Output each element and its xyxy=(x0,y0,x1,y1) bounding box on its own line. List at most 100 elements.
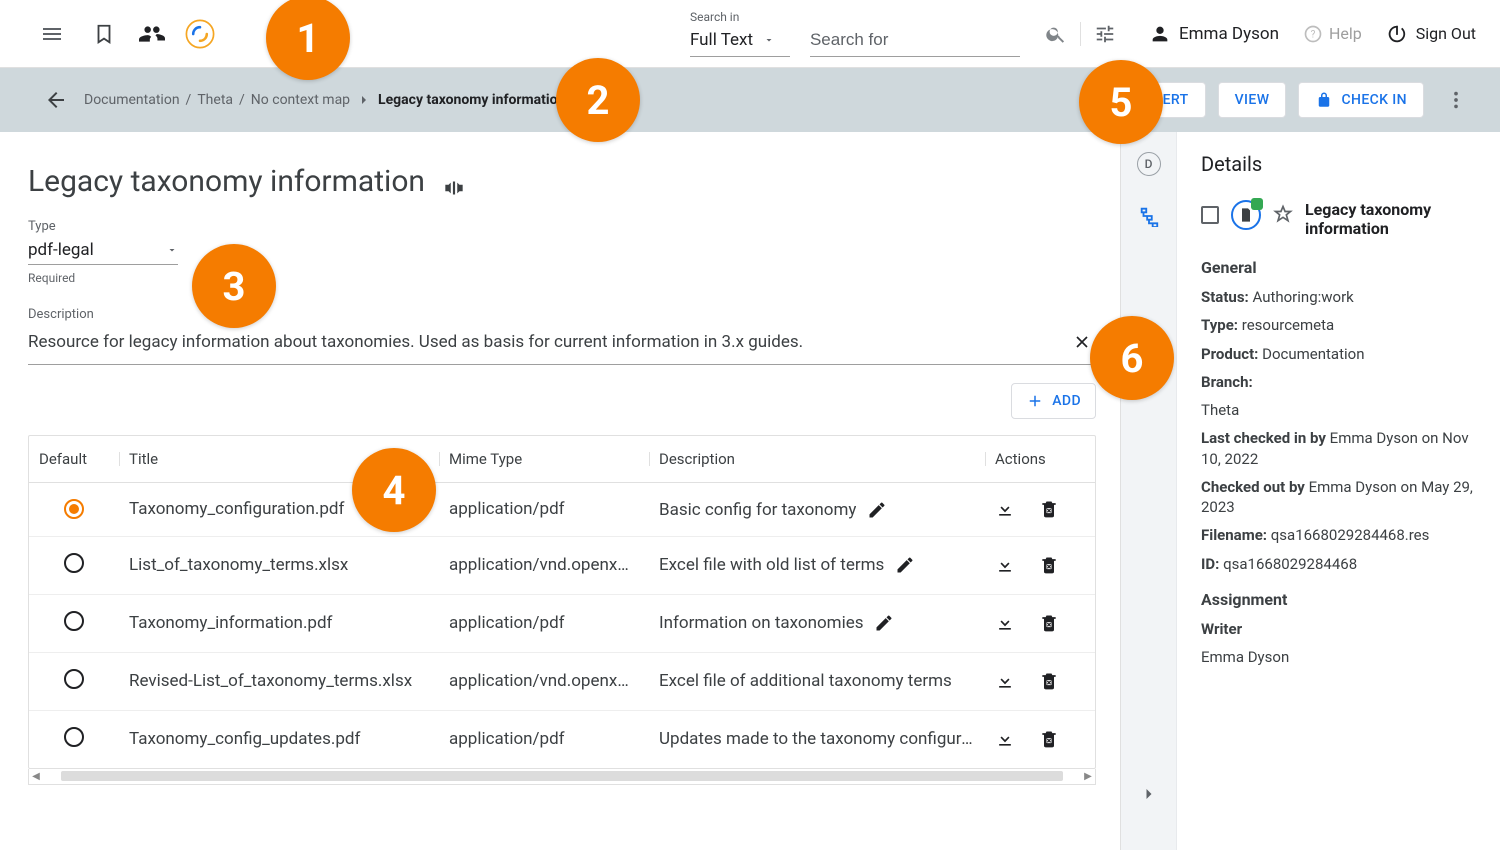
row-mime: application/pdf xyxy=(439,594,649,652)
resources-table: Default Title Mime Type Description Acti… xyxy=(28,435,1096,769)
context-bar: Documentation / Theta / No context map L… xyxy=(0,68,1500,132)
row-description: Updates made to the taxonomy configurati… xyxy=(649,710,985,768)
rail-details-tab[interactable]: D xyxy=(1133,148,1165,180)
download-button[interactable] xyxy=(995,555,1015,575)
revert-label: REVERT xyxy=(1136,92,1189,108)
horizontal-scrollbar[interactable]: ◀▶ xyxy=(28,769,1096,785)
type-select[interactable]: pdf-legal xyxy=(28,234,178,265)
search-area: Search in Full Text xyxy=(690,10,1020,57)
search-icon[interactable] xyxy=(1036,14,1076,54)
help-icon: ? xyxy=(1303,24,1323,44)
description-label: Description xyxy=(28,307,1096,322)
add-label: ADD xyxy=(1052,393,1081,409)
user-chip[interactable]: Emma Dyson xyxy=(1149,23,1279,45)
table-row: List_of_taxonomy_terms.xlsx application/… xyxy=(29,536,1095,594)
search-in-label: Search in xyxy=(690,10,790,24)
row-mime: application/vnd.openx… xyxy=(439,652,649,710)
delete-button[interactable] xyxy=(1039,671,1059,691)
collapse-panel-button[interactable] xyxy=(1133,778,1165,810)
group-icon[interactable] xyxy=(132,14,172,54)
tree-icon xyxy=(1138,205,1160,227)
dropdown-icon xyxy=(763,34,775,46)
details-title: Details xyxy=(1201,152,1476,176)
edit-description-button[interactable] xyxy=(867,500,887,520)
delete-button[interactable] xyxy=(1039,555,1059,575)
right-panel: D Details Legacy taxonomy information xyxy=(1120,132,1500,850)
row-mime: application/pdf xyxy=(439,483,649,537)
add-button[interactable]: ADD xyxy=(1011,383,1096,419)
delete-button[interactable] xyxy=(1039,499,1059,519)
bookmark-icon[interactable] xyxy=(84,14,124,54)
checkin-button[interactable]: CHECK IN xyxy=(1298,82,1424,118)
download-button[interactable] xyxy=(995,671,1015,691)
view-button[interactable]: VIEW xyxy=(1218,82,1287,118)
delete-button[interactable] xyxy=(1039,613,1059,633)
hamburger-menu-icon[interactable] xyxy=(32,14,72,54)
edit-description-button[interactable] xyxy=(874,613,894,633)
right-rail: D xyxy=(1121,132,1177,850)
close-icon xyxy=(1072,332,1092,352)
crumb-context-map[interactable]: No context map xyxy=(251,92,350,108)
doc-type-icon xyxy=(1231,200,1261,230)
search-in-value: Full Text xyxy=(690,30,753,50)
default-radio[interactable] xyxy=(64,669,84,689)
arrow-left-icon xyxy=(44,88,68,112)
download-button[interactable] xyxy=(995,729,1015,749)
person-icon xyxy=(1149,23,1171,45)
back-button[interactable] xyxy=(36,80,76,120)
search-input[interactable] xyxy=(810,24,1020,57)
svg-text:?: ? xyxy=(1311,29,1316,40)
description-field: Description Resource for legacy informat… xyxy=(28,307,1096,365)
signout-button[interactable]: Sign Out xyxy=(1386,23,1476,45)
revert-button[interactable]: REVERT xyxy=(1093,82,1206,118)
col-default[interactable]: Default xyxy=(29,436,119,483)
col-title[interactable]: Title xyxy=(119,436,439,483)
search-in-field[interactable]: Search in Full Text xyxy=(690,10,790,57)
type-label: Type xyxy=(28,219,1096,234)
row-title: Taxonomy_config_updates.pdf xyxy=(119,710,439,768)
row-description: Information on taxonomies xyxy=(649,594,985,652)
role-label: Writer xyxy=(1201,620,1242,638)
row-description: Excel file with old list of terms xyxy=(649,536,985,594)
chevron-right-icon xyxy=(356,92,372,108)
crumb-theta[interactable]: Theta xyxy=(197,92,233,108)
tune-icon[interactable] xyxy=(1085,14,1125,54)
general-section-label: General xyxy=(1201,258,1476,277)
divider xyxy=(1080,22,1081,46)
rail-references-tab[interactable] xyxy=(1133,200,1165,232)
details-checkbox[interactable] xyxy=(1201,206,1219,224)
download-button[interactable] xyxy=(995,613,1015,633)
clear-description-button[interactable] xyxy=(1068,328,1096,356)
default-radio[interactable] xyxy=(64,727,84,747)
row-description: Basic config for taxonomy xyxy=(649,483,985,537)
chevron-right-icon xyxy=(1139,784,1159,804)
default-radio[interactable] xyxy=(64,553,84,573)
dropdown-icon xyxy=(166,244,178,256)
description-text[interactable]: Resource for legacy information about ta… xyxy=(28,332,1068,352)
col-description[interactable]: Description xyxy=(649,436,985,483)
col-mime[interactable]: Mime Type xyxy=(439,436,649,483)
signout-label: Sign Out xyxy=(1416,24,1476,43)
letter-d-icon: D xyxy=(1137,152,1161,176)
app-logo-icon[interactable] xyxy=(180,14,220,54)
help-button[interactable]: ? Help xyxy=(1303,24,1362,44)
favorite-button[interactable] xyxy=(1273,204,1293,224)
delete-button[interactable] xyxy=(1039,729,1059,749)
crumb-documentation[interactable]: Documentation xyxy=(84,92,180,108)
row-mime: application/vnd.openx… xyxy=(439,536,649,594)
top-bar: Search in Full Text Emma Dyson ? Help Si… xyxy=(0,0,1500,68)
table-row: Taxonomy_config_updates.pdf application/… xyxy=(29,710,1095,768)
plus-icon xyxy=(1026,392,1044,410)
help-label: Help xyxy=(1329,24,1362,43)
type-field: Type pdf-legal Required xyxy=(28,219,1096,285)
content-area: Legacy taxonomy information Type pdf-leg… xyxy=(0,132,1120,850)
default-radio[interactable] xyxy=(64,611,84,631)
edit-description-button[interactable] xyxy=(895,555,915,575)
download-button[interactable] xyxy=(995,499,1015,519)
rename-icon[interactable] xyxy=(441,175,467,201)
default-radio[interactable] xyxy=(64,499,84,519)
col-actions: Actions xyxy=(985,436,1095,483)
table-header-row: Default Title Mime Type Description Acti… xyxy=(29,436,1095,483)
row-title: List_of_taxonomy_terms.xlsx xyxy=(119,536,439,594)
more-menu-button[interactable] xyxy=(1436,80,1476,120)
